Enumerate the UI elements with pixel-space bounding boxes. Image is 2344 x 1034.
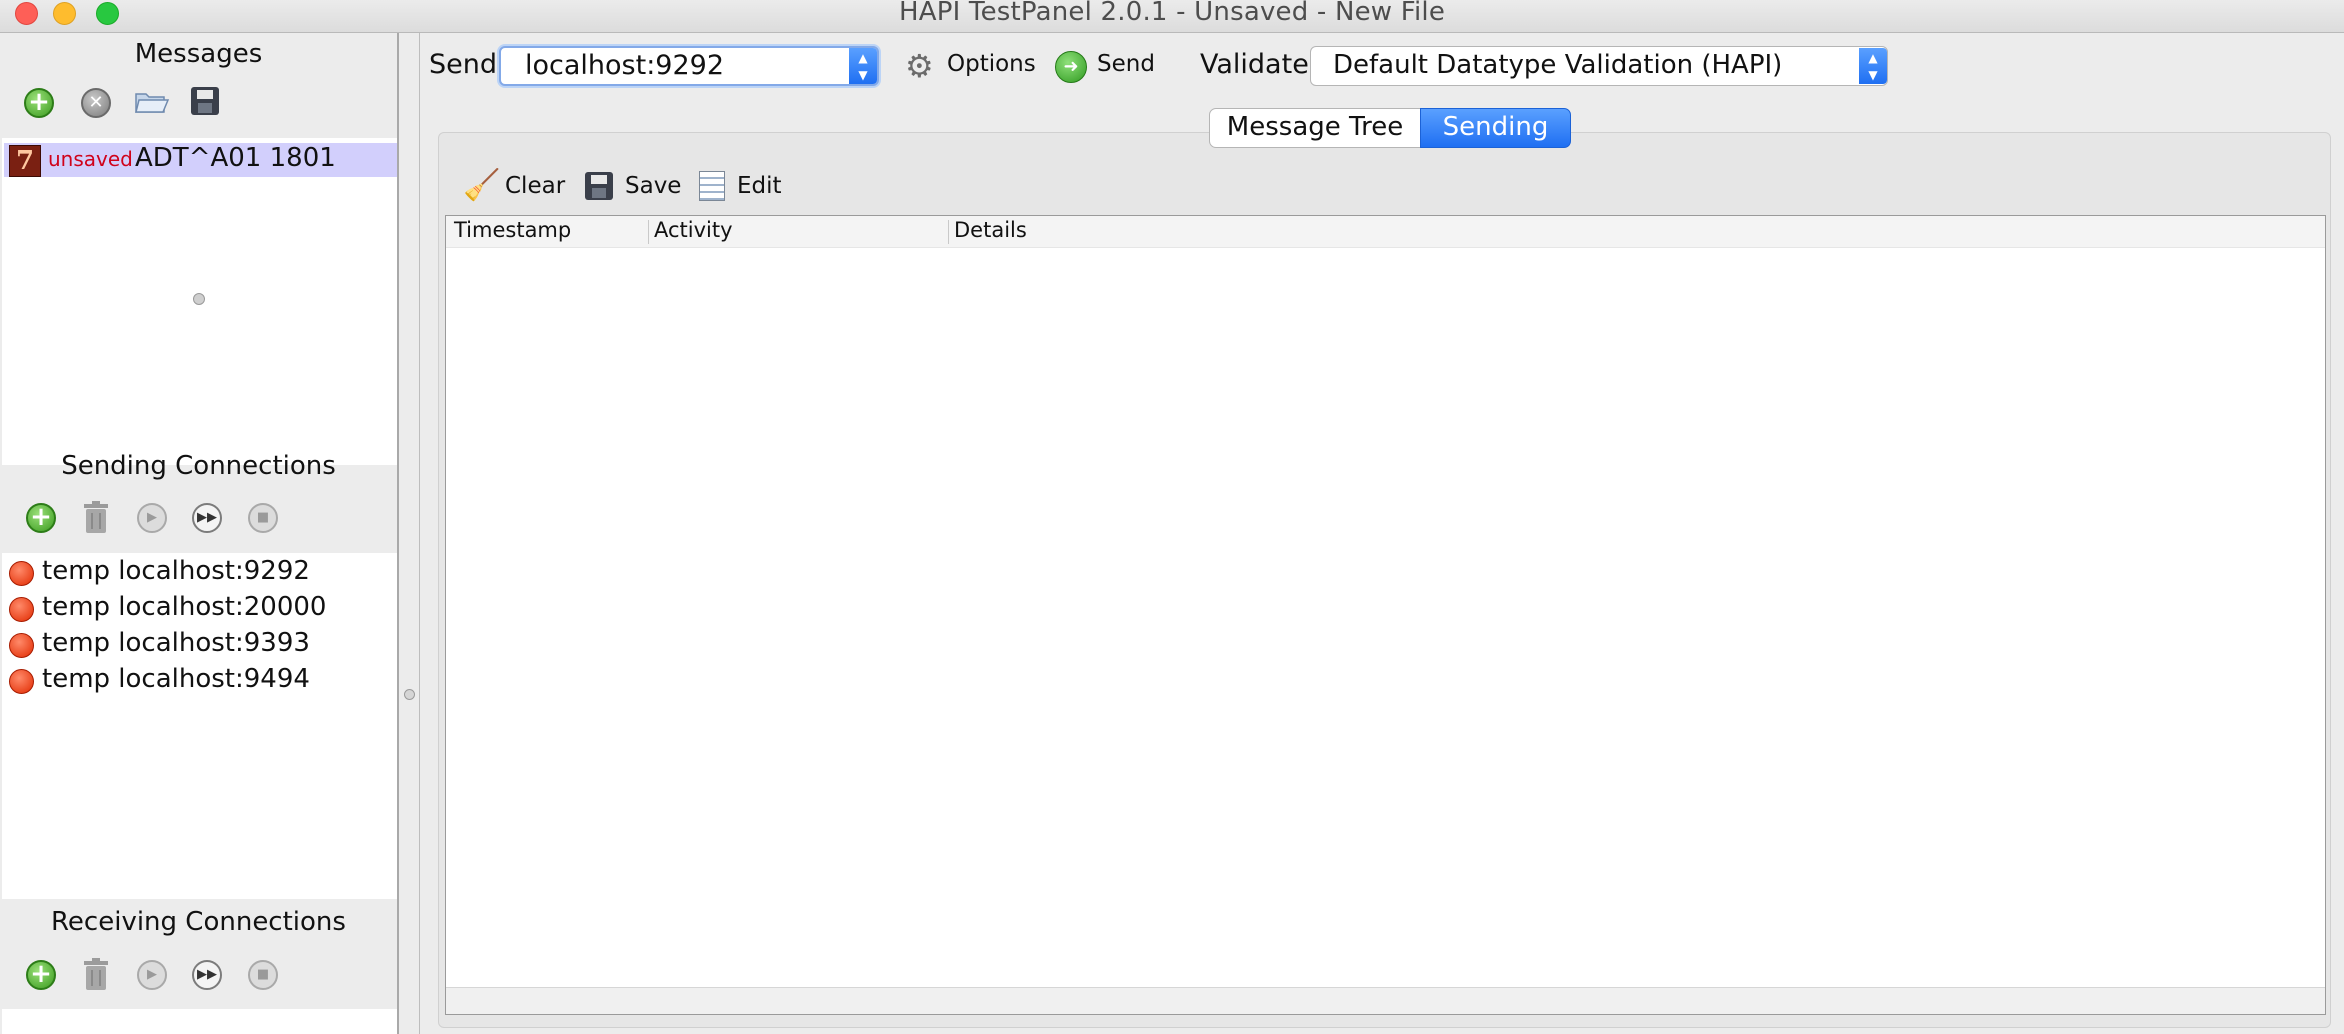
sending-connections-list: temp localhost:9292 temp localhost:20000… (2, 553, 397, 899)
messages-title: Messages (134, 39, 263, 69)
save-messages-icon[interactable] (191, 87, 221, 117)
send-target-select[interactable]: localhost:9292 ▲ ▼ (499, 46, 879, 86)
add-receiving-connection-icon[interactable] (26, 959, 56, 990)
send-label: Send (429, 49, 498, 80)
chevron-updown-icon[interactable]: ▲ ▼ (1859, 48, 1887, 84)
stop-icon[interactable]: ■ (248, 960, 278, 990)
connection-status-icon (9, 597, 34, 622)
add-sending-connection-icon[interactable] (26, 502, 56, 533)
table-header: Timestamp Activity Details (446, 216, 2325, 248)
stop-icon[interactable]: ■ (248, 503, 278, 533)
connection-item[interactable]: temp localhost:9494 (2, 664, 397, 700)
sending-activity-panel: 🧹 Clear Save Edit Timestamp Activity Det… (438, 132, 2331, 1028)
chevron-updown-icon[interactable]: ▲ ▼ (849, 48, 877, 84)
gear-icon: ⚙ (905, 47, 934, 85)
column-header-activity[interactable]: Activity (654, 218, 733, 242)
column-header-timestamp[interactable]: Timestamp (454, 218, 571, 242)
broom-icon: 🧹 (463, 168, 501, 203)
vertical-splitter-handle[interactable] (404, 689, 415, 700)
validation-value: Default Datatype Validation (HAPI) (1333, 50, 1783, 80)
clear-label: Clear (505, 173, 566, 199)
edit-button[interactable]: Edit (699, 169, 799, 205)
fast-forward-icon[interactable]: ▶▶ (192, 503, 222, 533)
connection-label: temp localhost:9292 (42, 556, 310, 586)
play-icon[interactable]: ▶ (137, 503, 167, 533)
clear-button[interactable]: 🧹 Clear (463, 168, 566, 205)
table-footer (446, 987, 2325, 1014)
tab-message-tree[interactable]: Message Tree (1209, 108, 1421, 148)
run-icon: ➜ (1055, 51, 1087, 83)
receiving-connections-title: Receiving Connections (51, 907, 346, 937)
save-icon (585, 172, 613, 200)
remove-message-icon[interactable] (81, 88, 111, 118)
message-name: ADT^A01 1801 (135, 143, 336, 173)
connection-label: temp localhost:9494 (42, 664, 310, 694)
connection-label: temp localhost:9393 (42, 628, 310, 658)
add-message-icon[interactable] (24, 87, 54, 118)
receiving-connections-list (2, 1009, 397, 1034)
message-unsaved-badge: unsaved (48, 147, 133, 171)
trash-icon[interactable] (82, 500, 110, 534)
save-log-button[interactable]: Save (585, 169, 685, 205)
edit-label: Edit (737, 173, 782, 199)
connection-status-icon (9, 561, 34, 586)
open-folder-icon[interactable] (134, 86, 170, 116)
connection-item[interactable]: temp localhost:9292 (2, 556, 397, 592)
tab-sending[interactable]: Sending (1420, 108, 1571, 148)
validation-select[interactable]: Default Datatype Validation (HAPI) ▲ ▼ (1310, 46, 1888, 86)
activity-table: Timestamp Activity Details (445, 215, 2326, 1015)
window-title: HAPI TestPanel 2.0.1 - Unsaved - New Fil… (898, 0, 1446, 27)
play-icon[interactable]: ▶ (137, 960, 167, 990)
connection-label: temp localhost:20000 (42, 592, 327, 622)
pane-divider (419, 33, 420, 1034)
validate-label: Validate (1200, 49, 1309, 80)
connection-status-icon (9, 669, 34, 694)
splitter-handle[interactable] (193, 293, 205, 305)
edit-document-icon (699, 171, 725, 201)
window-titlebar: HAPI TestPanel 2.0.1 - Unsaved - New Fil… (0, 0, 2344, 33)
sending-connections-title: Sending Connections (61, 451, 336, 481)
send-target-value: localhost:9292 (525, 50, 725, 81)
left-sidebar: Messages 7 unsaved ADT^A01 1801 Sending … (0, 33, 399, 1034)
connection-item[interactable]: temp localhost:20000 (2, 592, 397, 628)
connection-item[interactable]: temp localhost:9393 (2, 628, 397, 664)
connection-status-icon (9, 633, 34, 658)
send-button-label: Send (1097, 51, 1155, 77)
column-header-details[interactable]: Details (954, 218, 1027, 242)
hl7-message-icon: 7 (9, 145, 41, 177)
trash-icon[interactable] (82, 957, 110, 991)
options-label: Options (947, 51, 1036, 77)
message-item[interactable]: 7 unsaved ADT^A01 1801 (4, 143, 397, 177)
save-label: Save (625, 173, 682, 199)
fast-forward-icon[interactable]: ▶▶ (192, 960, 222, 990)
